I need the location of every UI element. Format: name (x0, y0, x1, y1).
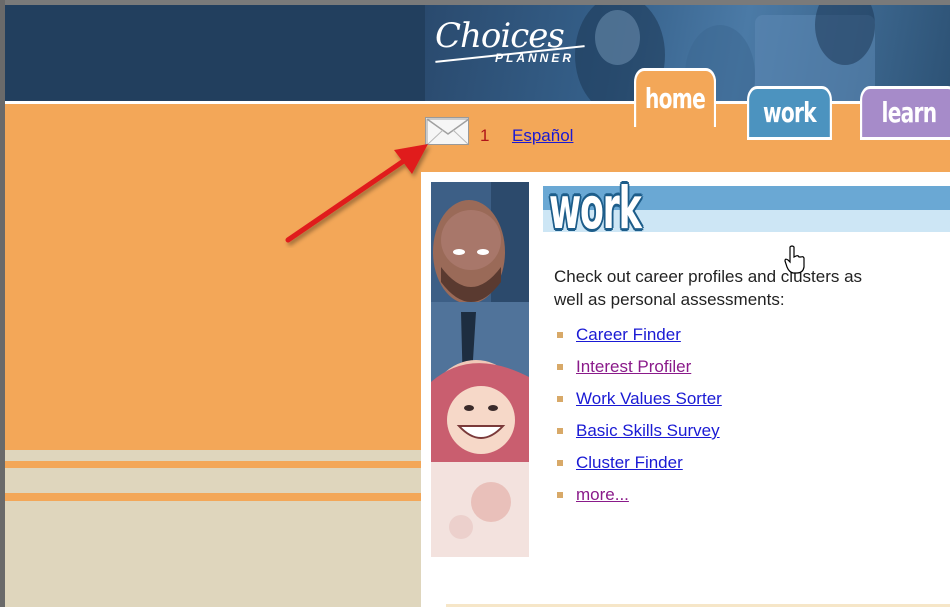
tab-learn-label: learn (881, 96, 938, 129)
section-title: work (549, 174, 642, 242)
people-illustration (431, 182, 529, 557)
list-item: Career Finder (557, 322, 722, 354)
decorative-stripe (5, 461, 421, 468)
tab-learn[interactable]: learn (860, 86, 950, 140)
list-item: Work Values Sorter (557, 386, 722, 418)
left-lower-panel (5, 450, 421, 607)
tab-home-label: home (645, 82, 706, 115)
more-link[interactable]: more... (576, 485, 629, 504)
bullet-icon (557, 428, 563, 434)
bullet-icon (557, 396, 563, 402)
choices-planner-logo[interactable]: Choices PLANNER (435, 19, 585, 65)
list-item: Interest Profiler (557, 354, 722, 386)
annotation-arrow (285, 144, 428, 243)
list-item: more... (557, 482, 722, 514)
tab-work-label: work (762, 96, 817, 129)
cluster-finder-link[interactable]: Cluster Finder (576, 453, 683, 472)
tab-work[interactable]: work (747, 86, 832, 140)
work-values-sorter-link[interactable]: Work Values Sorter (576, 389, 722, 408)
bullet-icon (557, 332, 563, 338)
assessment-links-list: Career Finder Interest Profiler Work Val… (557, 322, 722, 514)
bullet-icon (557, 364, 563, 370)
list-item: Cluster Finder (557, 450, 722, 482)
decorative-stripe (5, 493, 421, 501)
description-line-2: well as personal assessments: (554, 290, 785, 309)
description-line-1: Check out career profiles and clusters a… (554, 267, 863, 286)
bullet-icon (557, 492, 563, 498)
bullet-icon (557, 460, 563, 466)
basic-skills-survey-link[interactable]: Basic Skills Survey (576, 421, 720, 440)
list-item: Basic Skills Survey (557, 418, 722, 450)
section-description: Check out career profiles and clusters a… (554, 265, 950, 311)
hand-cursor-icon (784, 245, 805, 274)
career-finder-link[interactable]: Career Finder (576, 325, 681, 344)
tab-home[interactable]: home (634, 68, 717, 127)
message-count[interactable]: 1 (480, 126, 489, 146)
interest-profiler-link[interactable]: Interest Profiler (576, 357, 691, 376)
espanol-link[interactable]: Español (512, 126, 573, 146)
